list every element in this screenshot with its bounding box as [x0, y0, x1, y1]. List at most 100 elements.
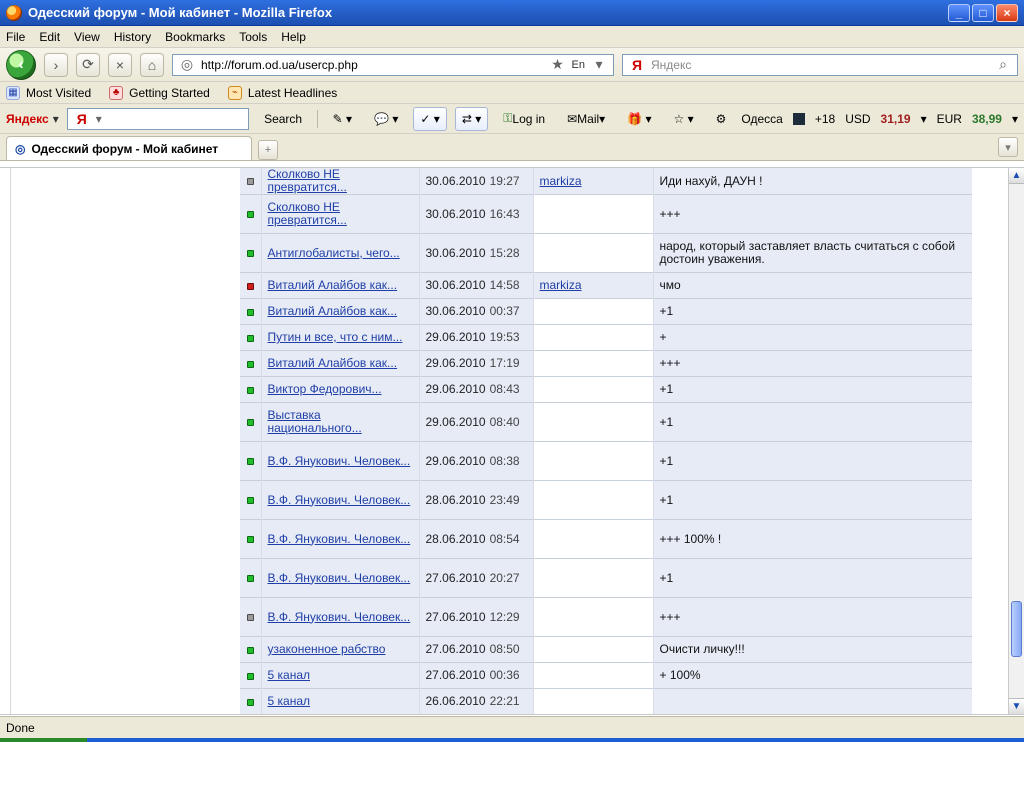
bookmark-getting-started[interactable]: ♣ Getting Started — [109, 85, 210, 100]
time-text: 15:28 — [489, 245, 520, 260]
yandex-search-button[interactable]: Search — [257, 107, 309, 131]
reload-button[interactable]: ⟳ — [76, 52, 100, 77]
yandex-input-prefix: Я — [73, 110, 90, 127]
minimize-button[interactable]: _ — [948, 3, 970, 22]
menu-help[interactable]: Help — [281, 30, 306, 44]
topic-link[interactable]: В.Ф. Янукович. Человек... — [268, 454, 413, 468]
menu-bookmarks[interactable]: Bookmarks — [165, 30, 225, 44]
menu-edit[interactable]: Edit — [39, 30, 60, 44]
vertical-scrollbar[interactable]: ▲ ▼ — [1008, 168, 1024, 714]
search-box[interactable]: Я Яндекс ⌕ — [622, 53, 1018, 76]
date-text: 27.06.2010 — [425, 570, 486, 585]
status-cell — [240, 480, 262, 520]
message-cell: +1 — [653, 376, 972, 403]
datetime: 28.06.2010 08:54 — [426, 531, 533, 546]
status-indicator-icon — [246, 211, 254, 218]
topic-link[interactable]: В.Ф. Янукович. Человек... — [268, 532, 413, 546]
topic-link[interactable]: 5 канал — [268, 669, 413, 682]
status-cell — [240, 324, 262, 351]
scroll-down-button[interactable]: ▼ — [1009, 698, 1024, 714]
chat-tool-button[interactable]: 💬 ▾ — [367, 107, 405, 131]
topic-link[interactable]: Виталий Алайбов как... — [268, 357, 413, 370]
topic-link[interactable]: Антиглобалисты, чего... — [268, 246, 413, 260]
topic-link[interactable]: Путин и все, что с ним... — [268, 331, 413, 344]
status-indicator-icon — [246, 386, 254, 394]
status-cell — [240, 558, 262, 598]
url-badge: En — [571, 58, 585, 71]
date-text: 30.06.2010 — [425, 206, 486, 221]
mail-button[interactable]: ✉ Mail ▾ — [560, 107, 612, 131]
scroll-thumb[interactable] — [1011, 601, 1022, 657]
message-text: +++ — [659, 356, 681, 370]
status-cell — [240, 688, 262, 714]
menu-file[interactable]: File — [6, 30, 25, 44]
topic-link[interactable]: узаконенное рабство — [268, 643, 413, 656]
user-cell — [533, 636, 654, 663]
topic-link[interactable]: Виталий Алайбов как... — [268, 279, 413, 292]
message-cell: чмо — [653, 272, 972, 299]
menu-history[interactable]: History — [114, 30, 151, 44]
date-text: 29.06.2010 — [425, 414, 486, 429]
topic-link[interactable]: Сколково НЕ превратится... — [268, 168, 413, 194]
bonus-button[interactable]: 🎁 ▾ — [620, 107, 658, 131]
status-indicator-icon — [246, 575, 254, 582]
activity-table-wrap: Сколково НЕ превратится... 30.06.2010 19:2… — [240, 168, 972, 714]
close-button[interactable]: × — [996, 3, 1018, 22]
bookmark-most-visited[interactable]: ▦ Most Visited — [6, 85, 91, 100]
tab-list-dropdown[interactable]: ▾ — [998, 137, 1018, 157]
firefox-window: Одесский форум - Мой кабинет - Mozilla F… — [0, 0, 1024, 800]
date-cell: 30.06.2010 19:27 — [419, 168, 534, 195]
menu-view[interactable]: View — [74, 30, 100, 44]
yandex-brand[interactable]: Яндекс ▾ — [6, 112, 59, 126]
time-text: 08:54 — [489, 531, 520, 546]
forward-button[interactable]: › — [44, 52, 68, 77]
table-row: Виталий Алайбов как... 30.06.2010 00:37 +1 — [240, 298, 972, 325]
date-cell: 29.06.2010 08:40 — [419, 402, 534, 442]
topic-link[interactable]: В.Ф. Янукович. Человек... — [268, 493, 413, 507]
spellcheck-button[interactable]: ✓ ▾ — [413, 106, 447, 131]
pencil-tool-button[interactable]: ✎ ▾ — [326, 107, 359, 131]
yandex-search-engine-icon[interactable]: Я — [629, 57, 645, 73]
time-text: 00:36 — [489, 668, 520, 682]
search-icon[interactable]: ⌕ — [995, 56, 1011, 73]
message-cell: +++ — [653, 350, 972, 377]
topic-link[interactable]: Сколково НЕ превратится... — [268, 201, 413, 227]
table-row: Антиглобалисты, чего... 30.06.2010 15:28 на… — [240, 233, 972, 273]
topic-link[interactable]: В.Ф. Янукович. Человек... — [268, 610, 413, 624]
translate-button[interactable]: ⇄ ▾ — [454, 106, 489, 131]
topic-cell: В.Ф. Янукович. Человек... — [261, 558, 420, 598]
user-link[interactable]: markiza — [540, 174, 653, 188]
date-cell: 29.06.2010 19:53 — [419, 324, 534, 351]
status-cell — [240, 194, 262, 234]
topic-link[interactable]: В.Ф. Янукович. Человек... — [268, 571, 413, 585]
stop-button[interactable]: × — [108, 52, 132, 77]
address-dropdown-icon[interactable]: ▾ — [591, 56, 607, 73]
scroll-up-button[interactable]: ▲ — [1009, 168, 1024, 184]
date-text: 30.06.2010 — [425, 173, 486, 188]
bookmark-star-tool-button[interactable]: ☆ ▾ — [667, 107, 701, 131]
user-link[interactable]: markiza — [540, 279, 653, 292]
status-indicator-icon — [246, 497, 254, 504]
topic-link[interactable]: 5 канал — [268, 695, 413, 708]
maximize-button[interactable]: □ — [972, 3, 994, 22]
time-text: 08:50 — [489, 642, 520, 656]
topic-link[interactable]: Виктор Федорович... — [268, 383, 413, 396]
time-text: 00:37 — [489, 304, 520, 318]
topic-link[interactable]: Выставка национального... — [268, 409, 413, 435]
settings-button[interactable]: ⚙ — [709, 107, 734, 131]
bookmark-star-icon[interactable]: ★ — [550, 56, 566, 73]
menu-tools[interactable]: Tools — [239, 30, 267, 44]
user-cell — [533, 350, 654, 377]
login-button[interactable]: ⚿ Log in — [496, 107, 552, 131]
new-tab-button[interactable]: + — [258, 140, 278, 160]
topic-link[interactable]: Виталий Алайбов как... — [268, 305, 413, 318]
tab-active[interactable]: ◎ Одесский форум - Мой кабинет — [6, 136, 252, 160]
datetime: 27.06.2010 08:50 — [426, 643, 533, 656]
address-bar[interactable]: ◎ http://forum.od.ua/usercp.php ★ En ▾ — [172, 53, 614, 76]
message-text: +1 — [659, 414, 674, 429]
back-button[interactable]: ‹ — [6, 49, 36, 80]
bookmark-latest-headlines[interactable]: ⌁ Latest Headlines — [227, 85, 337, 100]
message-cell: +++ — [653, 597, 972, 637]
yandex-search-input[interactable]: Я ▾ — [66, 107, 250, 130]
home-button[interactable]: ⌂ — [140, 52, 164, 77]
